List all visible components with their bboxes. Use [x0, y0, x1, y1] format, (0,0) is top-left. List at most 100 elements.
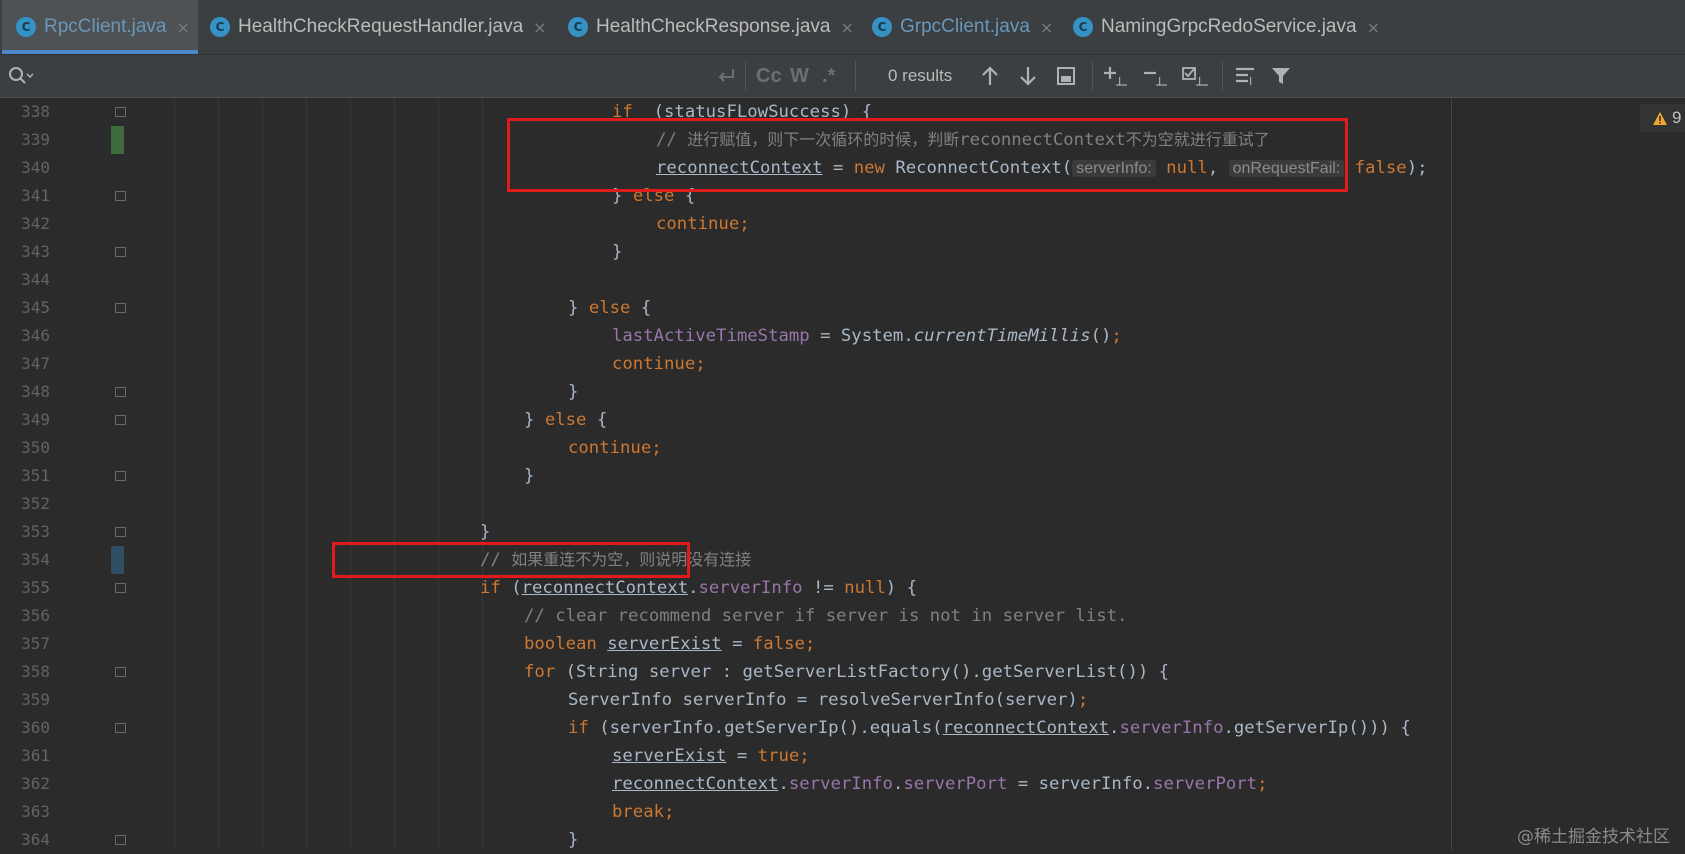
code-token: null [844, 578, 886, 598]
fold-icon[interactable] [115, 303, 126, 313]
code-line[interactable]: 359 ServerInfo serverInfo = resolveServer… [0, 686, 1450, 714]
tab-healthcheckresponse[interactable]: C HealthCheckResponse.java × [568, 0, 854, 54]
fold-icon[interactable] [115, 471, 126, 481]
close-icon[interactable]: × [1367, 18, 1380, 37]
tab-healthcheckrequesthandler[interactable]: C HealthCheckRequestHandler.java × [210, 0, 547, 54]
code-text: } [568, 378, 578, 406]
code-token: serverExist [612, 746, 727, 766]
code-text: if (serverInfo.getServerIp().equals(reco… [568, 714, 1411, 742]
select-all-occurrences-icon[interactable]: I [1182, 55, 1210, 97]
fold-icon[interactable] [115, 527, 126, 537]
code-line[interactable]: 355 if (reconnectContext.serverInfo != nu… [0, 574, 1450, 602]
close-icon[interactable]: × [840, 18, 853, 37]
fold-icon[interactable] [115, 583, 126, 593]
close-icon[interactable]: × [533, 18, 546, 37]
code-line[interactable]: 357 boolean serverExist = false; [0, 630, 1450, 658]
tab-label: NamingGrpcRedoService.java [1101, 16, 1357, 37]
change-marker[interactable] [111, 546, 124, 574]
arrow-down-icon[interactable] [1018, 55, 1038, 97]
code-text: ServerInfo serverInfo = resolveServerInf… [568, 686, 1088, 714]
fold-icon[interactable] [115, 835, 126, 845]
code-token: } [568, 382, 579, 402]
java-class-icon: C [568, 17, 588, 37]
code-line[interactable]: 353} [0, 518, 1450, 546]
code-line[interactable]: 344 [0, 266, 1450, 294]
change-marker[interactable] [111, 126, 124, 154]
line-number: 361 [21, 746, 50, 765]
code-token: . [778, 774, 789, 794]
fold-icon[interactable] [115, 667, 126, 677]
code-line[interactable]: 347 continue; [0, 350, 1450, 378]
add-occurrence-icon[interactable]: I [1103, 55, 1129, 97]
code-token: reconnectContext [612, 774, 779, 794]
search-input[interactable] [40, 55, 700, 97]
code-line[interactable]: 343} [0, 238, 1450, 266]
regex-toggle[interactable]: .* [822, 55, 835, 97]
filter-options-icon[interactable]: I [1234, 55, 1258, 97]
code-line[interactable]: 362 reconnectContext.serverInfo.serverPor… [0, 770, 1450, 798]
fold-icon[interactable] [115, 247, 126, 257]
code-token: ; [1257, 774, 1268, 794]
words-toggle[interactable]: W [790, 55, 809, 97]
code-token: ; [1111, 326, 1122, 346]
fold-icon[interactable] [115, 723, 126, 733]
code-line[interactable]: 348} [0, 378, 1450, 406]
close-icon[interactable]: × [1040, 18, 1053, 37]
code-line[interactable]: 361 serverExist = true; [0, 742, 1450, 770]
code-token: if [568, 718, 589, 738]
code-line[interactable]: 363 break; [0, 798, 1450, 826]
warning-indicator[interactable]: 9 [1640, 104, 1685, 132]
tab-label: GrpcClient.java [900, 16, 1030, 37]
code-token: currentTimeMillis [913, 326, 1091, 346]
code-line[interactable]: 349} else { [0, 406, 1450, 434]
code-line[interactable]: 346 lastActiveTimeStamp = System.currentT… [0, 322, 1450, 350]
code-lines: 338 if (statusFLowSuccess) {339// 进行赋值，则下… [0, 98, 1685, 850]
code-token: . [892, 774, 904, 794]
code-line[interactable]: 360 if (serverInfo.getServerIp().equals(r… [0, 714, 1450, 742]
code-text: } else { [524, 406, 607, 434]
code-text: boolean serverExist = false; [524, 630, 815, 658]
code-token: break; [612, 802, 675, 822]
code-text: continue; [656, 210, 750, 238]
code-token: = serverInfo. [1007, 774, 1154, 794]
code-text: if (reconnectContext.serverInfo != null)… [480, 574, 917, 602]
code-line[interactable]: 350 continue; [0, 434, 1450, 462]
code-line[interactable]: 352 [0, 490, 1450, 518]
arrow-up-icon[interactable] [980, 55, 1000, 97]
match-case-toggle[interactable]: Cc [756, 55, 782, 97]
code-text: } [612, 238, 622, 266]
code-text: continue; [612, 350, 706, 378]
filter-icon[interactable] [1270, 55, 1292, 97]
svg-text:I: I [1249, 75, 1252, 87]
code-token: != [802, 578, 845, 598]
warning-icon [1653, 111, 1667, 125]
fold-icon[interactable] [115, 415, 126, 425]
code-line[interactable]: 342 continue; [0, 210, 1450, 238]
tab-grpcclient[interactable]: C GrpcClient.java × [872, 0, 1053, 54]
show-all-icon[interactable] [1056, 55, 1076, 97]
remove-occurrence-icon[interactable]: I [1143, 55, 1169, 97]
code-line[interactable]: 358 for (String server : getServerListFac… [0, 658, 1450, 686]
code-line[interactable]: 345} else { [0, 294, 1450, 322]
fold-icon[interactable] [115, 387, 126, 397]
line-number: 347 [21, 354, 50, 373]
code-token: } [568, 298, 589, 318]
highlight-box-reconnect-comment [332, 542, 690, 578]
tab-label: RpcClient.java [44, 16, 167, 37]
tab-naminggrpcredoservice[interactable]: C NamingGrpcRedoService.java × [1073, 0, 1380, 54]
new-line-icon[interactable] [715, 55, 737, 97]
code-token: . [1109, 718, 1120, 738]
code-line[interactable]: 351} [0, 462, 1450, 490]
code-editor[interactable]: 338 if (statusFLowSuccess) {339// 进行赋值，则下… [0, 98, 1685, 850]
code-token: else [588, 298, 631, 318]
fold-icon[interactable] [115, 191, 126, 201]
tab-rpcclient[interactable]: C RpcClient.java × [2, 0, 198, 54]
code-line[interactable]: 354// 如果重连不为空，则说明没有连接 [0, 546, 1450, 574]
fold-icon[interactable] [115, 107, 126, 117]
watermark: @稀土掘金技术社区 [1517, 827, 1670, 847]
close-icon[interactable]: × [177, 18, 190, 37]
search-icon[interactable] [8, 55, 34, 97]
line-number: 352 [21, 494, 50, 513]
code-line[interactable]: 356 // clear recommend server if server i… [0, 602, 1450, 630]
line-number: 355 [21, 578, 50, 597]
